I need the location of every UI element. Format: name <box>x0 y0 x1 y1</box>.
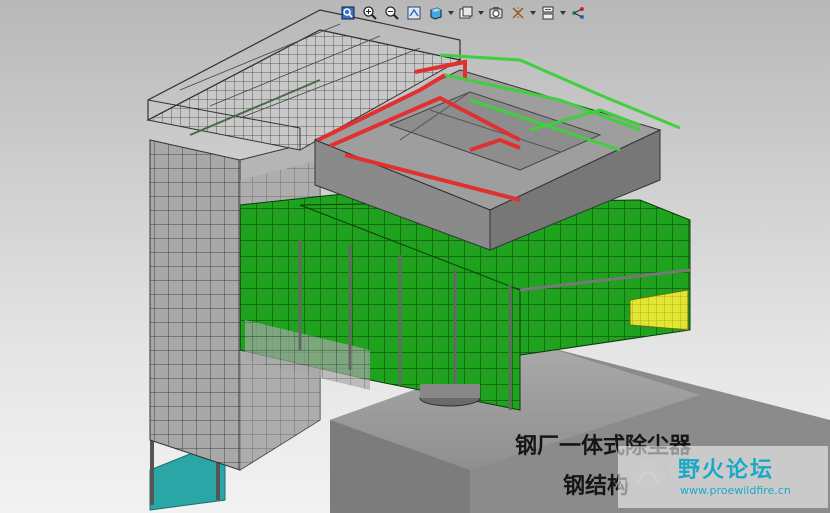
chevron-down-icon[interactable] <box>560 3 566 23</box>
view-toolbar <box>338 3 588 23</box>
refit-icon[interactable] <box>404 3 424 23</box>
chevron-down-icon[interactable] <box>448 3 454 23</box>
forum-watermark: 野火论坛 www.proewildfire.cn <box>618 446 828 508</box>
cad-model-viewport[interactable] <box>0 0 830 513</box>
spin-center-icon[interactable] <box>486 3 506 23</box>
forum-logo-icon <box>626 455 670 499</box>
saved-views-icon[interactable] <box>456 3 476 23</box>
chevron-down-icon[interactable] <box>478 3 484 23</box>
watermark-url: www.proewildfire.cn <box>680 484 791 497</box>
zoom-in-icon[interactable] <box>360 3 380 23</box>
annotation-display-icon[interactable] <box>538 3 558 23</box>
central-outlet <box>419 384 481 407</box>
model-tree-icon[interactable] <box>568 3 588 23</box>
zoom-fit-icon[interactable] <box>338 3 358 23</box>
display-style-icon[interactable] <box>426 3 446 23</box>
datum-display-icon[interactable] <box>508 3 528 23</box>
chevron-down-icon[interactable] <box>530 3 536 23</box>
watermark-title: 野火论坛 <box>678 458 775 483</box>
zoom-out-icon[interactable] <box>382 3 402 23</box>
